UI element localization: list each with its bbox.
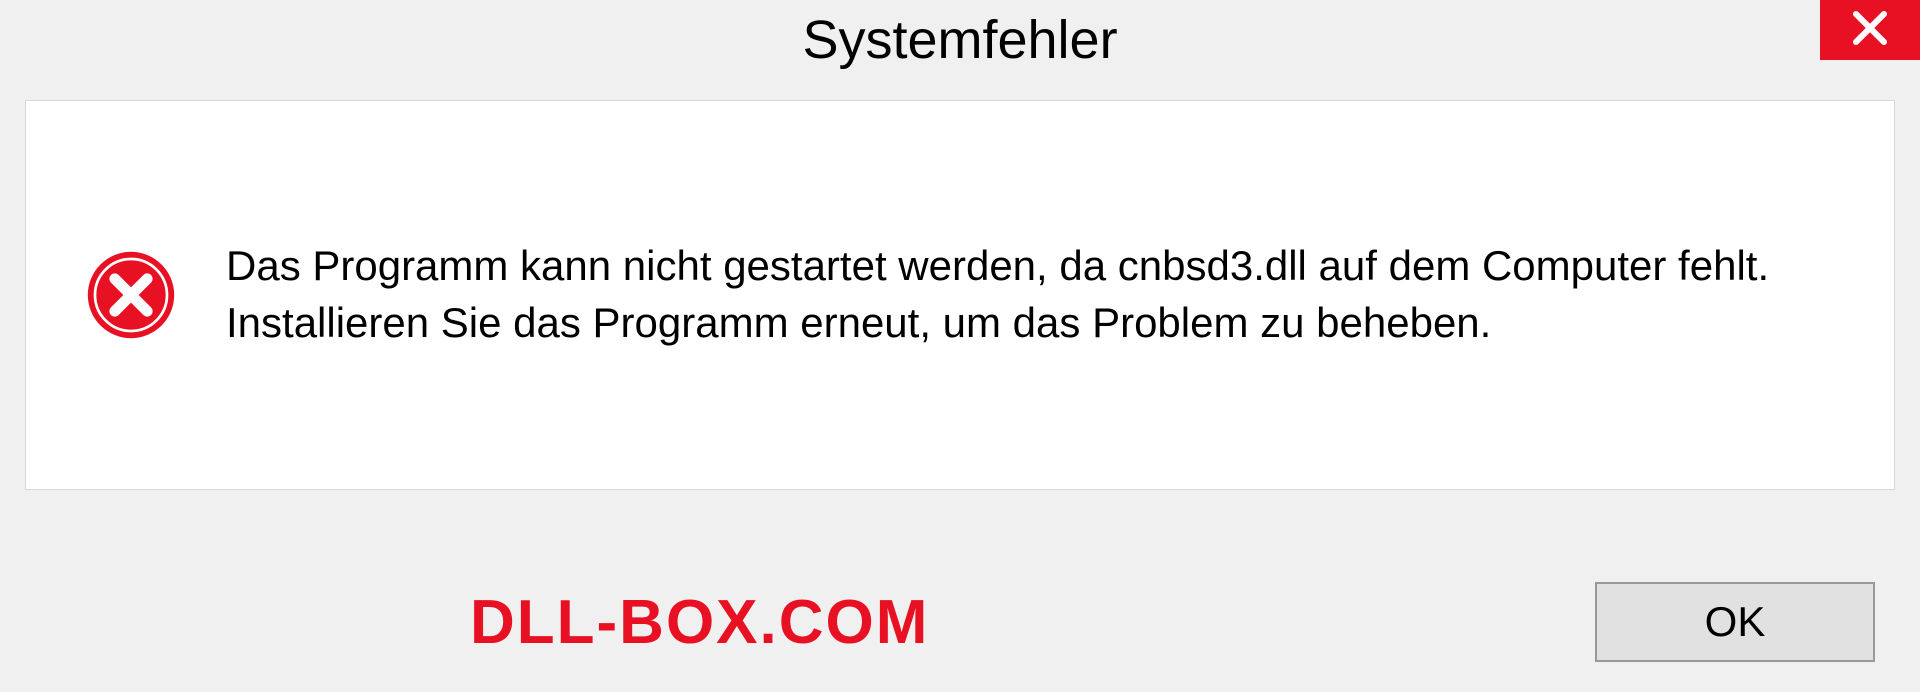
content-panel: Das Programm kann nicht gestartet werden… [25,100,1895,490]
titlebar: Systemfehler [0,0,1920,80]
watermark-text: DLL-BOX.COM [470,587,929,658]
ok-button[interactable]: OK [1595,582,1875,662]
dialog-title: Systemfehler [802,9,1117,71]
close-icon [1850,8,1890,53]
error-dialog: Systemfehler Das Programm kann nicht ges… [0,0,1920,692]
close-button[interactable] [1820,0,1920,60]
dialog-footer: DLL-BOX.COM OK [0,582,1920,662]
error-icon [86,250,176,340]
error-message: Das Programm kann nicht gestartet werden… [226,238,1834,351]
